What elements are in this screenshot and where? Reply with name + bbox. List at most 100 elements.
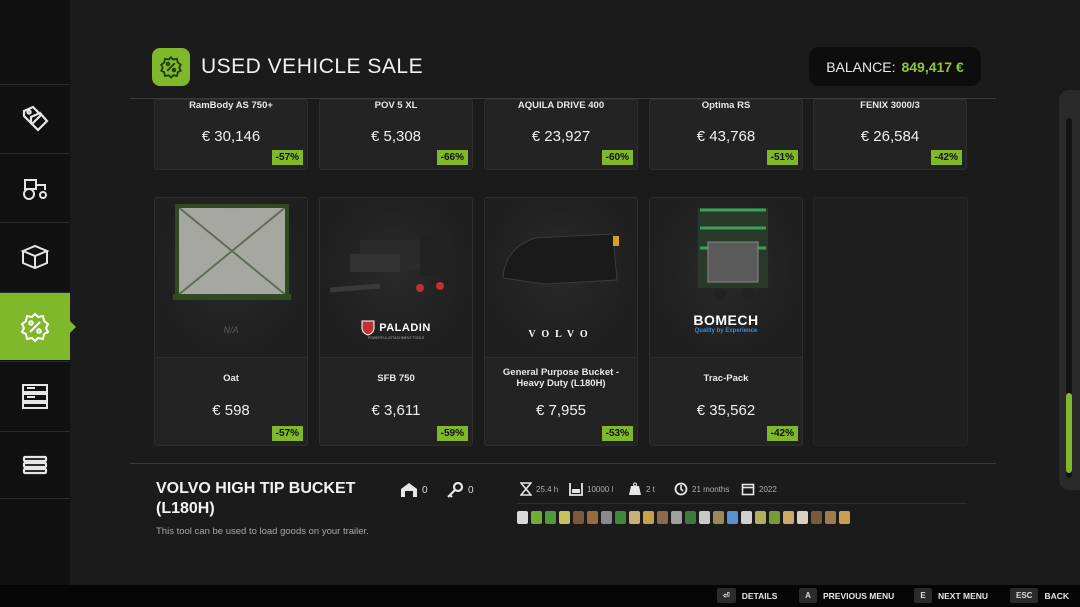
- back-action[interactable]: ESC BACK: [1010, 588, 1069, 603]
- calendar-icon: [741, 483, 755, 496]
- next-label: NEXT MENU: [938, 590, 989, 601]
- brand-logo: PALADIN POWERFUL ATTACHMENT TOOLS: [320, 320, 472, 340]
- sidebar-item-shop[interactable]: [0, 84, 70, 152]
- brand-text: VOLVO: [528, 329, 594, 340]
- brand-logo: N/A: [155, 320, 307, 338]
- balance-value: 849,417 €: [901, 58, 964, 75]
- vehicle-image: VOLVO: [485, 198, 637, 358]
- discount-badge: -51%: [766, 150, 798, 165]
- scrollbar-thumb[interactable]: [1066, 393, 1072, 473]
- vehicle-card[interactable]: POV 5 XL € 5,308 -66%: [319, 99, 473, 170]
- capacity-stat: 10000 l: [569, 482, 613, 496]
- previous-menu-action[interactable]: A PREVIOUS MENU: [799, 588, 894, 603]
- brand-text: N/A: [223, 325, 239, 335]
- paladin-shield-icon: [361, 320, 375, 336]
- vehicle-card[interactable]: RamBody AS 750+ € 30,146 -57%: [154, 99, 308, 170]
- discount-badge: -42%: [930, 150, 962, 165]
- vehicle-image: BOMECH Quality by Experience: [650, 198, 802, 358]
- sidebar-item-vehicles[interactable]: [0, 153, 70, 221]
- fill-type-icon: [545, 511, 556, 524]
- back-key: ESC: [1010, 588, 1039, 603]
- weight-icon: [629, 482, 641, 495]
- previous-label: PREVIOUS MENU: [823, 590, 895, 601]
- vehicle-card[interactable]: PALADIN POWERFUL ATTACHMENT TOOLS SFB 75…: [319, 197, 473, 446]
- discount-badge: -42%: [766, 426, 798, 441]
- weight-value: 2 t: [646, 484, 655, 494]
- next-menu-action[interactable]: E NEXT MENU: [914, 588, 988, 603]
- weight-stat: 2 t: [628, 482, 655, 496]
- details-key: ⏎: [717, 588, 736, 603]
- vehicle-price: € 35,562: [696, 402, 756, 419]
- tank-icon: [569, 483, 583, 496]
- sidebar-item-sales[interactable]: [0, 292, 76, 360]
- next-key: E: [914, 588, 932, 603]
- vehicle-price: € 23,927: [531, 128, 591, 145]
- fork-attachment-image: [329, 236, 450, 293]
- details-action[interactable]: ⏎ DETAILS: [717, 588, 777, 603]
- vehicle-name: General Purpose Bucket - Heavy Duty (L18…: [502, 367, 620, 389]
- brand-logo: VOLVO: [485, 324, 637, 342]
- vehicle-name: Oat: [223, 373, 239, 384]
- fill-type-icon: [671, 511, 682, 524]
- fill-type-icon: [531, 511, 542, 524]
- vehicle-name: FENIX 3000/3: [860, 100, 920, 111]
- sidebar-item-more[interactable]: [0, 431, 70, 499]
- fill-type-icon: [573, 511, 584, 524]
- divider: [130, 463, 996, 464]
- brand-logo: BOMECH Quality by Experience: [650, 312, 802, 334]
- sidebar-item-storage[interactable]: [0, 222, 70, 290]
- discount-badge: -53%: [601, 426, 633, 441]
- year-value: 2022: [759, 484, 777, 494]
- brand-subtext: Quality by Experience: [694, 328, 758, 334]
- discount-badge: -57%: [271, 150, 303, 165]
- vehicle-name: POV 5 XL: [374, 100, 418, 111]
- vehicle-price: € 3,611: [371, 402, 421, 419]
- back-label: BACK: [1044, 590, 1070, 601]
- fill-type-icon: [629, 511, 640, 524]
- garage-icon: [401, 483, 417, 497]
- bigbag-image: [173, 204, 291, 300]
- fill-type-icon: [601, 511, 612, 524]
- vehicle-card[interactable]: AQUILA DRIVE 400 € 23,927 -60%: [484, 99, 638, 170]
- sidebar-item-finances[interactable]: [0, 361, 70, 429]
- vehicle-name: AQUILA DRIVE 400: [517, 100, 605, 111]
- fill-type-icon: [839, 511, 850, 524]
- discount-badge-icon: [20, 312, 50, 342]
- balance-label: BALANCE:: [826, 58, 896, 75]
- vehicle-card[interactable]: N/A Oat € 598 -57%: [154, 197, 308, 446]
- vehicle-card[interactable]: Optima RS € 43,768 -51%: [649, 99, 803, 170]
- fill-types-list: [517, 511, 850, 524]
- garage-count: 0: [422, 484, 428, 496]
- bucket-image: [502, 233, 619, 285]
- fill-type-icon: [559, 511, 570, 524]
- storage-box-icon: [20, 244, 50, 269]
- fill-type-icon: [755, 511, 766, 524]
- vehicle-card[interactable]: BOMECH Quality by Experience Trac-Pack €…: [649, 197, 803, 446]
- vehicle-price: € 598: [212, 402, 250, 419]
- fill-type-icon: [713, 511, 724, 524]
- divider: [517, 503, 967, 504]
- vehicle-name: SFB 750: [377, 373, 415, 384]
- vehicle-price: € 43,768: [696, 128, 756, 145]
- hours-value: 25.4 h: [536, 484, 559, 494]
- fill-type-icon: [517, 511, 528, 524]
- hours-stat: 25.4 h: [520, 482, 558, 496]
- discount-badge: -66%: [436, 150, 468, 165]
- vehicle-name: Optima RS: [701, 100, 751, 111]
- discount-badge: -60%: [601, 150, 633, 165]
- vehicle-card[interactable]: FENIX 3000/3 € 26,584 -42%: [813, 99, 967, 170]
- tractor-icon: [23, 178, 47, 200]
- vehicle-price: € 26,584: [860, 128, 920, 145]
- bottom-bar: ⏎ DETAILS A PREVIOUS MENU E NEXT MENU ES…: [0, 585, 1080, 607]
- server-list-icon: [22, 383, 48, 409]
- key-count: 0: [468, 484, 474, 496]
- balance-display: BALANCE: 849,417 €: [809, 47, 981, 86]
- details-label: DETAILS: [741, 590, 778, 601]
- vehicle-image: N/A: [155, 198, 307, 358]
- hourglass-icon: [520, 482, 532, 496]
- clock-icon: [674, 482, 688, 496]
- fill-type-icon: [685, 511, 696, 524]
- sidebar: [0, 0, 76, 585]
- vehicle-card[interactable]: VOLVO General Purpose Bucket - Heavy Dut…: [484, 197, 638, 446]
- age-value: 21 months: [692, 484, 730, 494]
